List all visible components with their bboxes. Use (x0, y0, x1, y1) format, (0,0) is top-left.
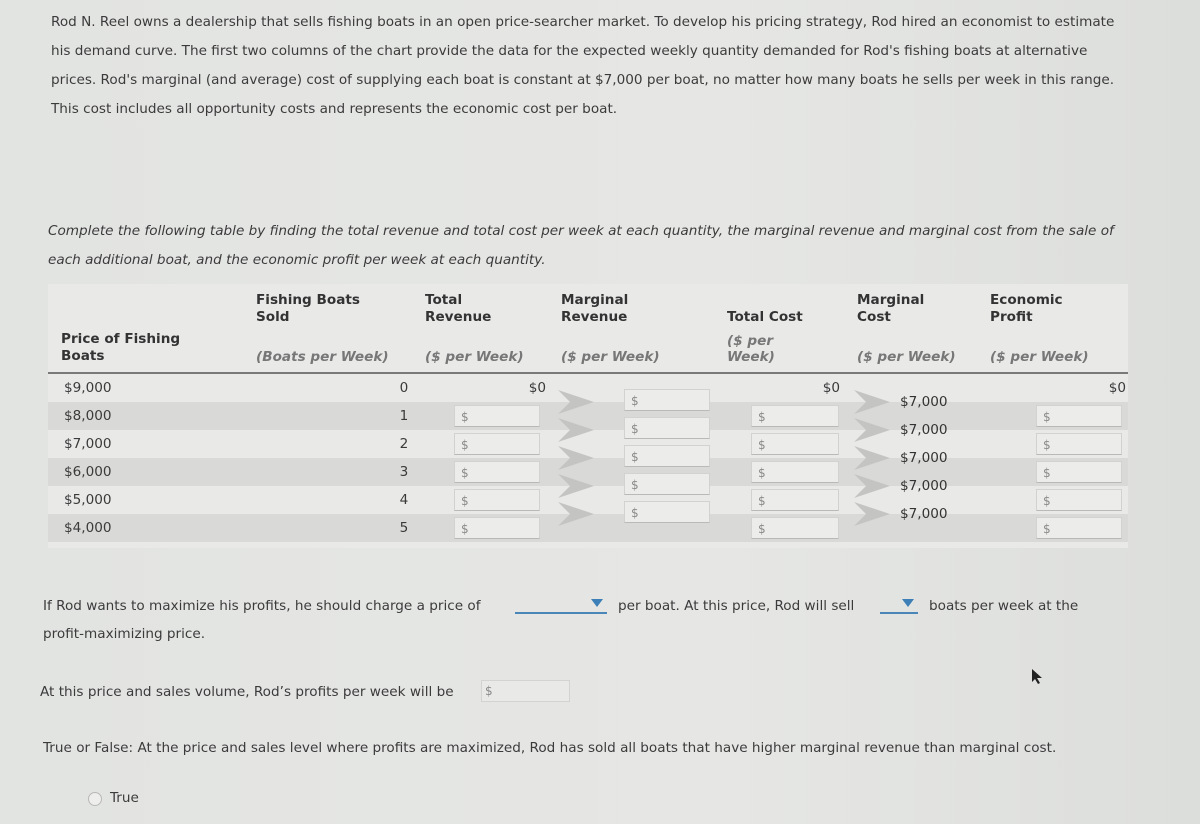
economic-profit-input[interactable]: $ (1036, 433, 1122, 455)
chevron-right-icon (558, 418, 594, 442)
header-total-cost: Total Cost (727, 309, 803, 325)
price-cell: $4,000 (64, 520, 112, 536)
chevron-right-icon (854, 418, 890, 442)
question-tail-text-2: profit-maximizing price. (43, 626, 206, 642)
price-dropdown[interactable] (515, 596, 607, 614)
question-tail-text: boats per week at the (929, 598, 1079, 614)
total-cost-input[interactable]: $ (751, 433, 839, 455)
qty-cell: 2 (399, 436, 409, 452)
chevron-right-icon (854, 474, 890, 498)
price-cell: $6,000 (64, 464, 112, 480)
total-cost-cell: $0 (822, 380, 840, 396)
marginal-revenue-input[interactable]: $ (624, 445, 710, 467)
total-revenue-input[interactable]: $ (454, 433, 540, 455)
header-economic-profit: Economic Profit (990, 292, 1063, 325)
header-total-cost-unit: ($ per Week) (727, 333, 775, 365)
question-price-text: If Rod wants to maximize his profits, he… (43, 598, 481, 614)
price-cell: $8,000 (64, 408, 112, 424)
question-true-false-text: True or False: At the price and sales le… (43, 740, 1057, 756)
chevron-right-icon (854, 390, 890, 414)
marginal-revenue-input[interactable]: $ (624, 473, 710, 495)
header-total-revenue: Total Revenue (425, 292, 492, 325)
marginal-cost-value: $7,000 (900, 506, 948, 522)
economic-profit-input[interactable]: $ (1036, 461, 1122, 483)
chevron-right-icon (854, 446, 890, 470)
marginal-cost-value: $7,000 (900, 450, 948, 466)
total-cost-input[interactable]: $ (751, 489, 839, 511)
header-boats-sold-unit: (Boats per Week) (256, 349, 389, 365)
price-cell: $9,000 (64, 380, 112, 396)
true-option-label: True (110, 790, 139, 806)
chevron-down-icon (902, 599, 914, 607)
total-revenue-input[interactable]: $ (454, 405, 540, 427)
economic-profit-cell: $0 (1108, 380, 1126, 396)
price-cell: $7,000 (64, 436, 112, 452)
economic-profit-input[interactable]: $ (1036, 405, 1122, 427)
chevron-right-icon (558, 474, 594, 498)
price-cell: $5,000 (64, 492, 112, 508)
total-cost-input[interactable]: $ (751, 405, 839, 427)
header-marginal-revenue: Marginal Revenue (561, 292, 629, 325)
header-economic-profit-unit: ($ per Week) (990, 349, 1089, 365)
economic-profit-input[interactable]: $ (1036, 489, 1122, 511)
table-instructions: Complete the following table by finding … (48, 223, 1114, 268)
chevron-right-icon (558, 390, 594, 414)
chevron-down-icon (591, 599, 603, 607)
qty-cell: 5 (399, 520, 409, 536)
header-marginal-cost: Marginal Cost (857, 292, 925, 325)
question-profit-text: At this price and sales volume, Rod’s pr… (40, 684, 454, 700)
quantity-dropdown[interactable] (880, 596, 918, 614)
chevron-right-icon (854, 502, 890, 526)
qty-cell: 4 (399, 492, 409, 508)
qty-cell: 0 (399, 380, 409, 396)
profit-input[interactable]: $ (481, 680, 570, 702)
mouse-cursor-icon (1032, 669, 1044, 689)
economics-table: Price of Fishing Boats Fishing Boats Sol… (48, 284, 1128, 548)
qty-cell: 3 (399, 464, 409, 480)
header-total-revenue-unit: ($ per Week) (425, 349, 524, 365)
chevron-right-icon (558, 502, 594, 526)
total-revenue-input[interactable]: $ (454, 517, 540, 539)
header-marginal-cost-unit: ($ per Week) (857, 349, 956, 365)
chevron-right-icon (558, 446, 594, 470)
total-revenue-input[interactable]: $ (454, 461, 540, 483)
header-marginal-revenue-unit: ($ per Week) (561, 349, 660, 365)
qty-cell: 1 (399, 408, 409, 424)
marginal-cost-value: $7,000 (900, 394, 948, 410)
header-boats-sold: Fishing Boats Sold (256, 292, 360, 325)
marginal-revenue-input[interactable]: $ (624, 417, 710, 439)
header-price: Price of Fishing Boats (61, 331, 181, 364)
question-qty-text: per boat. At this price, Rod will sell (618, 598, 855, 614)
marginal-cost-value: $7,000 (900, 422, 948, 438)
total-revenue-input[interactable]: $ (454, 489, 540, 511)
total-cost-input[interactable]: $ (751, 461, 839, 483)
total-revenue-cell: $0 (528, 380, 546, 396)
economic-profit-input[interactable]: $ (1036, 517, 1122, 539)
true-radio[interactable] (88, 792, 102, 806)
marginal-revenue-input[interactable]: $ (624, 389, 710, 411)
marginal-cost-value: $7,000 (900, 478, 948, 494)
total-cost-input[interactable]: $ (751, 517, 839, 539)
marginal-revenue-input[interactable]: $ (624, 501, 710, 523)
problem-intro: Rod N. Reel owns a dealership that sells… (51, 14, 1115, 117)
